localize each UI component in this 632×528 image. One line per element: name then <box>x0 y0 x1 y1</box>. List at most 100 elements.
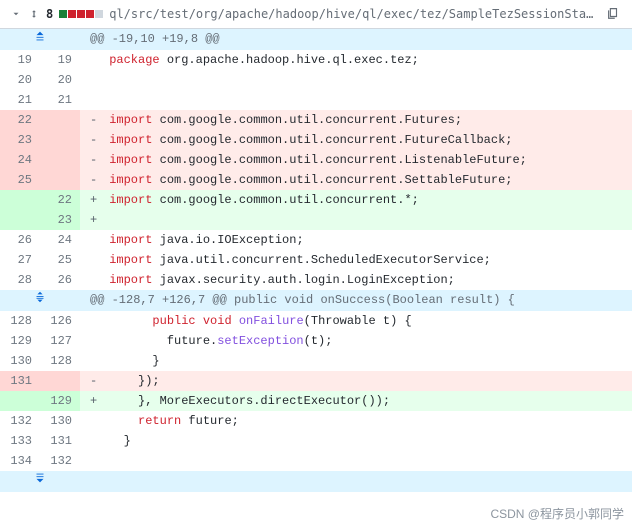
old-line-number[interactable]: 131 <box>0 371 40 391</box>
new-line-number[interactable]: 126 <box>40 311 80 331</box>
chevron-down-icon[interactable] <box>10 8 22 20</box>
diff-line: 23+ <box>0 210 632 230</box>
new-line-number[interactable]: 131 <box>40 431 80 451</box>
code-cell: import javax.security.auth.login.LoginEx… <box>80 270 632 290</box>
diff-line: 130128 } <box>0 351 632 371</box>
new-line-number[interactable]: 130 <box>40 411 80 431</box>
code-cell: return future; <box>80 411 632 431</box>
diff-square-neutral <box>95 10 103 18</box>
hunk-header: @@ -128,7 +126,7 @@ public void onSucces… <box>0 290 632 311</box>
expand-hunk-icon[interactable] <box>0 290 80 311</box>
diff-line: 132130 return future; <box>0 411 632 431</box>
new-line-number[interactable]: 132 <box>40 451 80 471</box>
hunk-header: @@ -19,10 +19,8 @@ <box>0 29 632 50</box>
code-cell: + }, MoreExecutors.directExecutor()); <box>80 391 632 411</box>
diff-line: 2020 <box>0 70 632 90</box>
diff-line: 22+ import com.google.common.util.concur… <box>0 190 632 210</box>
new-line-number[interactable]: 24 <box>40 230 80 250</box>
new-line-number[interactable]: 19 <box>40 50 80 70</box>
old-line-number[interactable]: 19 <box>0 50 40 70</box>
new-line-number[interactable] <box>40 371 80 391</box>
code-cell: public void onFailure(Throwable t) { <box>80 311 632 331</box>
diff-square-add <box>59 10 67 18</box>
diff-line: 24 - import com.google.common.util.concur… <box>0 150 632 170</box>
hunk-header-text: @@ -128,7 +126,7 @@ public void onSucces… <box>80 290 632 311</box>
diff-line: 2826 import javax.security.auth.login.Lo… <box>0 270 632 290</box>
expand-icon[interactable] <box>28 8 40 20</box>
code-cell: } <box>80 431 632 451</box>
diff-line: 129127 future.setException(t); <box>0 331 632 351</box>
file-header: 8 ql/src/test/org/apache/hadoop/hive/ql/… <box>0 0 632 29</box>
diff-line: 23- import com.google.common.util.concur… <box>0 130 632 150</box>
old-line-number[interactable]: 128 <box>0 311 40 331</box>
diff-line: 2121 <box>0 90 632 110</box>
code-cell: import java.io.IOException; <box>80 230 632 250</box>
code-cell <box>80 70 632 90</box>
old-line-number[interactable]: 22 <box>0 110 40 130</box>
old-line-number[interactable]: 27 <box>0 250 40 270</box>
new-line-number[interactable]: 21 <box>40 90 80 110</box>
new-line-number[interactable]: 23 <box>40 210 80 230</box>
old-line-number[interactable]: 23 <box>0 130 40 150</box>
diff-line: 25 - import com.google.common.util.concur… <box>0 170 632 190</box>
old-line-number[interactable]: 132 <box>0 411 40 431</box>
diff-line: 2624 import java.io.IOException; <box>0 230 632 250</box>
old-line-number[interactable]: 20 <box>0 70 40 90</box>
old-line-number[interactable]: 129 <box>0 331 40 351</box>
new-line-number[interactable]: 129 <box>40 391 80 411</box>
diff-line: 133131 } <box>0 431 632 451</box>
new-line-number[interactable]: 20 <box>40 70 80 90</box>
old-line-number[interactable] <box>0 190 40 210</box>
copy-icon[interactable] <box>606 6 622 22</box>
expand-hunk-icon[interactable] <box>0 29 80 50</box>
old-line-number[interactable]: 130 <box>0 351 40 371</box>
diff-line: 129+ }, MoreExecutors.directExecutor()); <box>0 391 632 411</box>
diff-square-del <box>77 10 85 18</box>
diff-line: 128126 public void onFailure(Throwable t… <box>0 311 632 331</box>
new-line-number[interactable] <box>40 110 80 130</box>
old-line-number[interactable]: 26 <box>0 230 40 250</box>
old-line-number[interactable] <box>0 391 40 411</box>
hunk-footer <box>0 471 632 492</box>
new-line-number[interactable]: 127 <box>40 331 80 351</box>
diff-line: 134132 <box>0 451 632 471</box>
new-line-number[interactable] <box>40 150 80 170</box>
old-line-number[interactable]: 25 <box>0 170 40 190</box>
old-line-number[interactable]: 21 <box>0 90 40 110</box>
diff-stat-squares <box>59 10 103 18</box>
diff-square-del <box>86 10 94 18</box>
new-line-number[interactable] <box>40 130 80 150</box>
watermark: CSDN @程序员小郭同学 <box>490 505 624 522</box>
diff-square-del <box>68 10 76 18</box>
code-cell: } <box>80 351 632 371</box>
diff-line: 1919 package org.apache.hadoop.hive.ql.e… <box>0 50 632 70</box>
diff-line: 22 - import com.google.common.util.concur… <box>0 110 632 130</box>
code-cell <box>80 451 632 471</box>
new-line-number[interactable]: 26 <box>40 270 80 290</box>
new-line-number[interactable]: 25 <box>40 250 80 270</box>
new-line-number[interactable]: 128 <box>40 351 80 371</box>
old-line-number[interactable]: 134 <box>0 451 40 471</box>
file-path[interactable]: ql/src/test/org/apache/hadoop/hive/ql/ex… <box>109 7 600 21</box>
code-cell: import java.util.concurrent.ScheduledExe… <box>80 250 632 270</box>
old-line-number[interactable]: 28 <box>0 270 40 290</box>
diff-line: 2725 import java.util.concurrent.Schedul… <box>0 250 632 270</box>
code-cell: - import com.google.common.util.concurre… <box>80 170 632 190</box>
new-line-number[interactable] <box>40 170 80 190</box>
old-line-number[interactable]: 133 <box>0 431 40 451</box>
diff-stat-count: 8 <box>46 7 53 21</box>
code-cell: - import com.google.common.util.concurre… <box>80 110 632 130</box>
code-cell: + import com.google.common.util.concurre… <box>80 190 632 210</box>
code-cell: future.setException(t); <box>80 331 632 351</box>
old-line-number[interactable]: 24 <box>0 150 40 170</box>
diff-line: 131- }); <box>0 371 632 391</box>
hunk-footer-cell <box>80 471 632 492</box>
old-line-number[interactable] <box>0 210 40 230</box>
code-cell: package org.apache.hadoop.hive.ql.exec.t… <box>80 50 632 70</box>
new-line-number[interactable]: 22 <box>40 190 80 210</box>
expand-hunk-icon[interactable] <box>0 471 80 492</box>
code-cell: - import com.google.common.util.concurre… <box>80 150 632 170</box>
code-cell <box>80 90 632 110</box>
code-cell: + <box>80 210 632 230</box>
diff-table: @@ -19,10 +19,8 @@1919 package org.apach… <box>0 29 632 492</box>
